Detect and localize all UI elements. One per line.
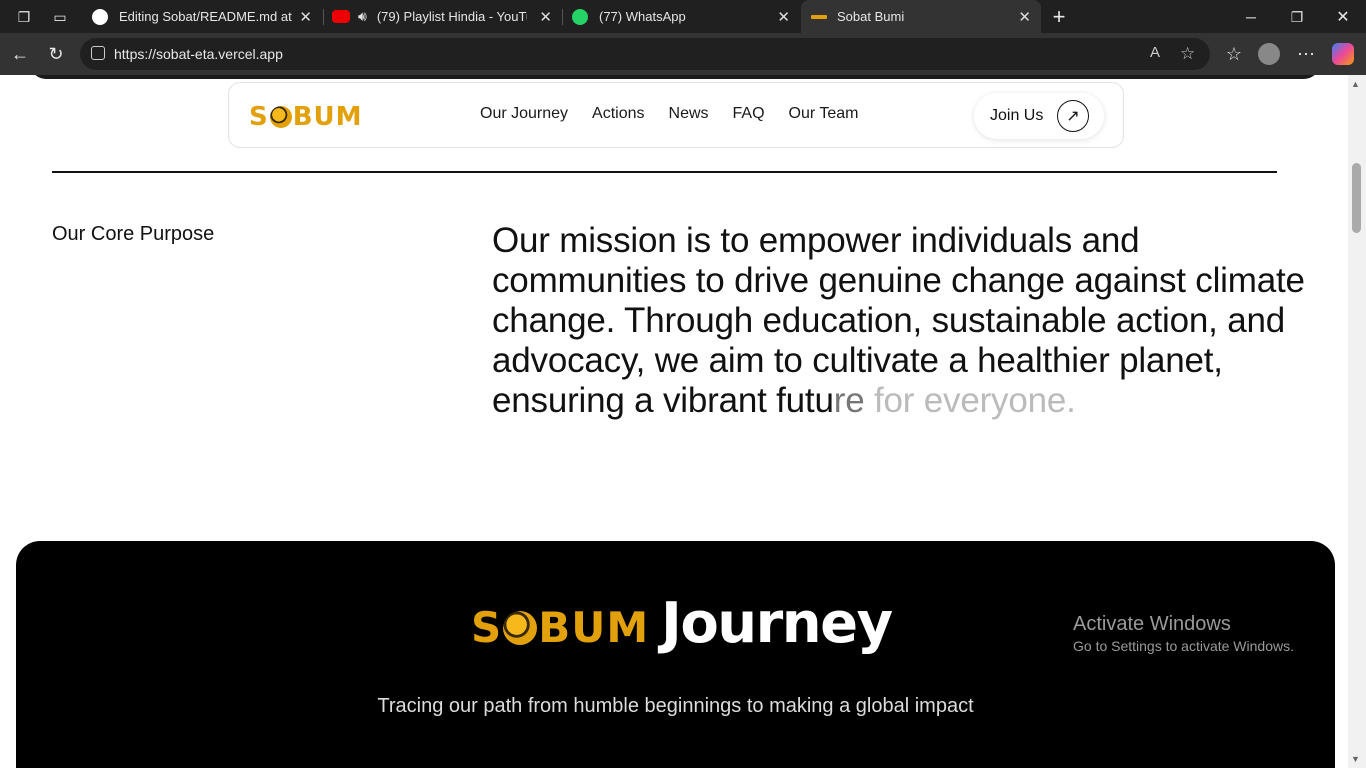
section-divider: [52, 171, 1277, 173]
site-navbar: S BUM Our Journey Actions News FAQ Our Te…: [228, 82, 1124, 148]
tab-youtube[interactable]: 🔊︎ (79) Playlist Hindia - YouTube ✕: [322, 0, 562, 33]
back-icon[interactable]: ←: [8, 42, 32, 66]
hero-bottom-edge: [30, 75, 1320, 79]
page-viewport: S BUM Our Journey Actions News FAQ Our Te…: [0, 75, 1366, 768]
speaker-icon[interactable]: 🔊︎: [358, 8, 367, 25]
globe-icon: [269, 106, 292, 128]
more-menu-icon[interactable]: ⋯: [1294, 42, 1318, 66]
watermark-title: Activate Windows: [1073, 613, 1231, 635]
mission-text-fading: re: [833, 381, 874, 420]
mission-statement: Our mission is to empower individuals an…: [492, 221, 1322, 421]
close-icon[interactable]: ✕: [539, 8, 552, 26]
restore-icon[interactable]: ❐: [1286, 6, 1308, 28]
join-us-label: Join Us: [990, 107, 1044, 124]
site-logo[interactable]: S BUM: [249, 102, 363, 132]
journey-title: Journey: [661, 591, 893, 656]
site-info-icon[interactable]: [91, 46, 105, 60]
core-purpose-label: Our Core Purpose: [52, 223, 215, 245]
tab-strip: ❐ ▭ Editing Sobat/README.md at ma ✕ 🔊︎ (…: [0, 0, 1366, 33]
nav-link-actions[interactable]: Actions: [592, 105, 644, 123]
nav-links: Our Journey Actions News FAQ Our Team: [480, 105, 859, 123]
windows-activation-watermark: Activate Windows Go to Settings to activ…: [1073, 613, 1294, 654]
nav-link-our-team[interactable]: Our Team: [789, 105, 859, 123]
nav-link-faq[interactable]: FAQ: [733, 105, 765, 123]
scroll-down-icon[interactable]: ▼: [1351, 754, 1360, 764]
tab-title: (79) Playlist Hindia - YouTube: [376, 9, 527, 24]
github-icon: [92, 8, 108, 25]
read-aloud-icon[interactable]: A: [1150, 44, 1160, 61]
tab-title: Sobat Bumi: [837, 9, 905, 24]
url-field[interactable]: https://sobat-eta.vercel.app A ☆: [80, 38, 1210, 70]
tab-title: Editing Sobat/README.md at ma: [119, 9, 293, 24]
refresh-icon[interactable]: ↻: [44, 42, 68, 66]
tab-title: (77) WhatsApp: [599, 9, 686, 24]
minimize-icon[interactable]: ─: [1240, 6, 1262, 28]
tab-github[interactable]: Editing Sobat/README.md at ma ✕: [82, 0, 322, 33]
nav-link-our-journey[interactable]: Our Journey: [480, 105, 568, 123]
mission-text-faded: for everyone.: [873, 381, 1076, 420]
new-tab-icon[interactable]: +: [1048, 4, 1070, 29]
workspaces-icon[interactable]: ❐: [13, 6, 35, 28]
youtube-icon: [332, 10, 350, 23]
journey-logo: S BUM: [471, 603, 650, 652]
page-scrollbar[interactable]: ▲ ▼: [1348, 75, 1366, 768]
join-us-button[interactable]: Join Us ↗: [974, 93, 1104, 139]
nav-link-news[interactable]: News: [669, 105, 709, 123]
tab-actions-icon[interactable]: ▭: [49, 6, 71, 28]
watermark-subtitle: Go to Settings to activate Windows.: [1073, 638, 1294, 654]
favorites-icon[interactable]: ☆: [1222, 42, 1246, 66]
close-icon[interactable]: ✕: [1018, 8, 1031, 26]
favorite-star-icon[interactable]: ☆: [1180, 44, 1195, 64]
close-icon[interactable]: ✕: [777, 8, 790, 26]
address-toolbar: ← ↻ https://sobat-eta.vercel.app A ☆ ☆ ⋯: [0, 33, 1366, 75]
url-text: https://sobat-eta.vercel.app: [114, 46, 283, 62]
arrow-up-right-icon: ↗: [1057, 100, 1089, 132]
journey-section: S BUM Journey Tracing our path from humbl…: [16, 541, 1335, 768]
scrollbar-thumb[interactable]: [1352, 163, 1361, 233]
close-icon[interactable]: ✕: [299, 8, 312, 26]
tab-sobat-bumi[interactable]: Sobat Bumi ✕: [801, 0, 1041, 33]
scroll-up-icon[interactable]: ▲: [1351, 79, 1360, 89]
whatsapp-icon: [572, 8, 588, 25]
journey-subtitle: Tracing our path from humble beginnings …: [377, 695, 974, 717]
copilot-icon[interactable]: [1332, 43, 1354, 65]
tab-whatsapp[interactable]: (77) WhatsApp ✕: [562, 0, 800, 33]
globe-icon: [503, 610, 538, 645]
profile-avatar[interactable]: [1258, 43, 1280, 65]
sobum-favicon: [811, 14, 827, 19]
window-close-icon[interactable]: ✕: [1332, 6, 1354, 28]
